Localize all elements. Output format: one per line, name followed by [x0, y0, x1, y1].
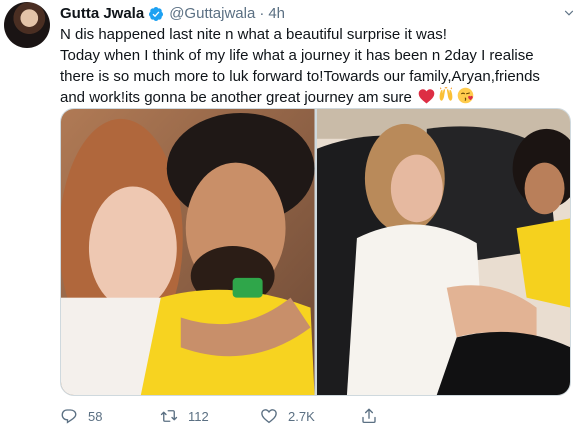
- user-handle[interactable]: @Guttajwala: [169, 4, 255, 24]
- tweet-line: and work!its gonna be another great jour…: [60, 89, 412, 106]
- reply-icon: [61, 409, 77, 424]
- tweet-text: N dis happened last nite n what a beauti…: [60, 24, 575, 108]
- sofa-photo[interactable]: [316, 109, 570, 395]
- like-icon: [261, 409, 277, 424]
- chevron-down-icon[interactable]: [561, 6, 577, 20]
- separator-dot: ·: [259, 5, 265, 22]
- selfie-photo[interactable]: [61, 109, 315, 395]
- share-button[interactable]: [360, 407, 400, 425]
- red-heart-icon: [418, 89, 435, 104]
- verified-badge-icon: [149, 7, 164, 21]
- media-grid: [60, 108, 571, 396]
- timestamp[interactable]: 4h: [268, 4, 285, 24]
- raising-hands-icon: [439, 87, 453, 101]
- share-icon: [362, 408, 376, 424]
- tweet-line: there is so much more to luk forward to!…: [60, 68, 540, 85]
- retweet-button[interactable]: 112: [160, 407, 260, 425]
- retweet-count: 112: [188, 408, 209, 424]
- reply-button[interactable]: 58: [60, 407, 160, 425]
- avatar[interactable]: [4, 2, 50, 48]
- tweet-line: Today when I think of my life what a jou…: [60, 47, 534, 64]
- like-count: 2.7K: [288, 408, 315, 424]
- tweet-line-with-emoji: and work!its gonna be another great jour…: [60, 87, 575, 108]
- face-blowing-kiss-icon: [457, 87, 474, 104]
- tweet-line: N dis happened last nite n what a beauti…: [60, 26, 447, 43]
- tweet-actions: 58 112 2.7K: [60, 404, 500, 428]
- tweet-header: Gutta Jwala @Guttajwala · 4h: [60, 4, 285, 24]
- display-name[interactable]: Gutta Jwala: [60, 4, 144, 24]
- like-button[interactable]: 2.7K: [260, 407, 360, 425]
- reply-count: 58: [88, 408, 103, 424]
- retweet-icon: [160, 410, 178, 422]
